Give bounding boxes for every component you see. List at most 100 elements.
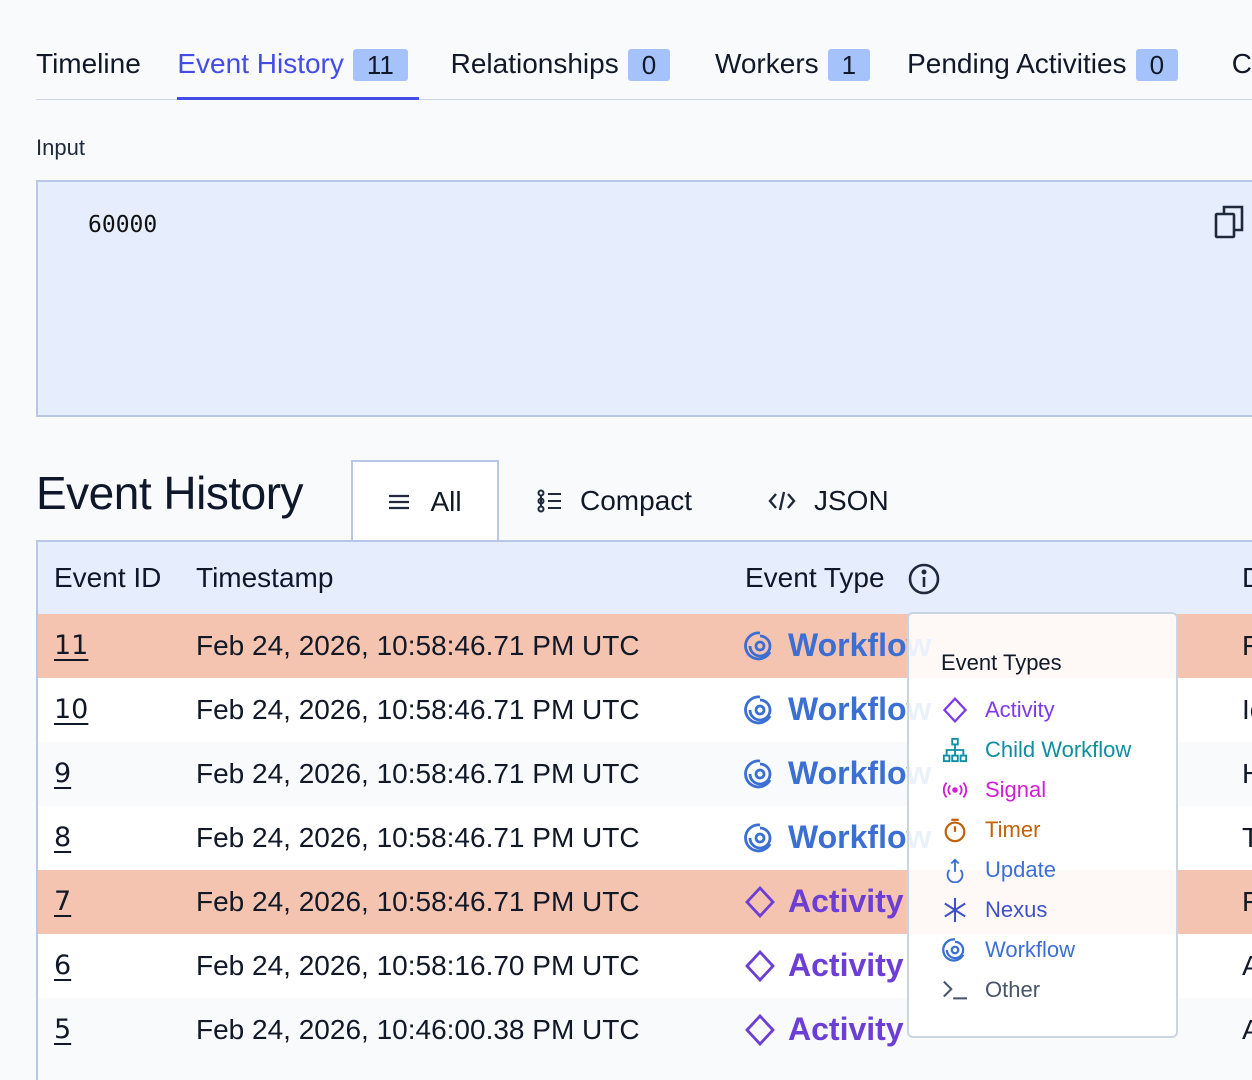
event-type-legend-item: Activity [941,696,1055,724]
event-type-legend-item: Workflow [941,936,1075,964]
diamond-icon [744,1013,776,1046]
tab-label: Pending Activities [907,48,1127,79]
timestamp-cell: Feb 24, 2026, 10:46:00.38 PM UTC [196,1014,640,1045]
list-icon [389,494,410,510]
timer-icon [941,816,969,844]
view-all-label: All [430,486,462,517]
event-type-legend-item: Other [941,976,1040,1004]
details-cell: H [1242,758,1252,790]
code-icon [768,491,796,511]
legend-label: Other [985,977,1041,1002]
details-cell: A [1242,1014,1252,1046]
input-value: 60000 [88,212,158,238]
tab-pending-activities[interactable]: Pending Activities 0 [907,40,1199,99]
tab-label: Event History [177,48,344,79]
legend-label: Activity [985,697,1055,722]
event-type-cell: Workflow [744,755,931,792]
diamond-icon [744,885,776,918]
view-compact-button[interactable]: Compact [536,460,692,542]
event-type-legend-item: Nexus [941,896,1047,924]
event-type-cell: Workflow [744,819,931,856]
view-json-button[interactable]: JSON [768,460,889,542]
header-timestamp: Timestamp [196,562,334,593]
event-type-cell: Activity [744,947,904,984]
diamond-icon [744,949,776,982]
event-type-cell: Workflow [744,691,931,728]
timestamp-cell: Feb 24, 2026, 10:58:46.71 PM UTC [196,886,640,917]
tab-label: Relationships [450,48,619,79]
event-id-link[interactable]: 10 [54,694,88,725]
details-cell: F [1242,886,1252,918]
event-history-title: Event History [36,467,304,519]
event-type-cell: Activity [744,883,904,920]
event-id-link[interactable]: 6 [54,950,71,981]
compact-icon [537,489,561,513]
tab-label: Timeline [36,48,141,79]
event-type-legend-item: Update [941,856,1056,884]
event-id-link[interactable]: 7 [54,886,71,917]
popover-title: Event Types [941,650,1062,675]
legend-label: Workflow [985,937,1076,962]
table-header: Event ID Timestamp Event Type D [38,542,1252,616]
tab-truncated[interactable]: C [1232,40,1252,99]
legend-label: Update [985,857,1056,882]
count-badge: 1 [827,49,871,81]
event-type-cell: Workflow [744,627,931,664]
event-type-label: Activity [788,947,904,983]
terminal-icon [941,976,969,1004]
details-cell: A [1242,950,1252,982]
event-id-link[interactable]: 11 [54,630,88,661]
signal-icon [941,776,969,804]
event-type-legend-item: Signal [941,776,1046,804]
event-type-legend-item: Child Workflow [941,736,1131,764]
header-event-type: Event Type [745,562,885,593]
event-type-legend-item: Timer [941,816,1040,844]
tab-timeline[interactable]: Timeline [36,40,177,99]
tab-label: Workers [714,48,819,79]
diamond-icon [941,696,969,724]
spiral-icon [744,630,776,662]
timestamp-cell: Feb 24, 2026, 10:58:46.71 PM UTC [196,822,640,853]
tab-relationships[interactable]: Relationships 0 [451,40,683,99]
timestamp-cell: Feb 24, 2026, 10:58:46.71 PM UTC [196,694,640,725]
hierarchy-icon [941,736,969,764]
spiral-icon [744,694,776,726]
event-id-link[interactable]: 8 [54,822,71,853]
copy-icon[interactable] [1214,204,1246,240]
tab-event-history[interactable]: Event History 11 [177,40,419,100]
count-badge: 0 [1135,49,1179,81]
details-cell: Ic [1242,694,1252,725]
details-cell: F [1242,630,1252,662]
count-badge: 0 [627,49,671,81]
spiral-icon [744,758,776,790]
event-id-link[interactable]: 9 [54,758,71,789]
view-all-button[interactable]: All [351,460,499,542]
legend-label: Signal [985,777,1047,802]
upload-icon [941,856,969,884]
tab-workers[interactable]: Workers 1 [715,40,875,99]
legend-label: Nexus [985,897,1048,922]
input-code-block: 60000 [36,180,1252,417]
legend-label: Child Workflow [985,737,1132,762]
legend-label: Timer [985,817,1041,842]
header-details: D [1242,562,1252,594]
view-json-label: JSON [814,485,889,516]
event-type-label: Activity [788,1011,904,1047]
view-compact-label: Compact [580,485,693,516]
spiral-icon [941,936,969,964]
asterisk-icon [941,896,969,924]
timestamp-cell: Feb 24, 2026, 10:58:46.71 PM UTC [196,758,640,789]
spiral-icon [744,822,776,854]
event-id-link[interactable]: 5 [54,1014,71,1045]
tab-bar: Timeline Event History 11 Relationships … [36,40,1252,100]
timestamp-cell: Feb 24, 2026, 10:58:16.70 PM UTC [196,950,640,981]
event-type-label: Activity [788,883,904,919]
tab-label: C [1231,48,1252,79]
input-label: Input [36,135,85,160]
event-types-popover: Event Types Activity Child Workflow Sign… [907,612,1178,1038]
info-icon[interactable] [907,562,941,596]
details-cell: T [1242,822,1252,854]
count-badge: 11 [352,49,408,81]
header-event-id: Event ID [54,562,162,593]
event-type-cell: Activity [744,1011,904,1048]
